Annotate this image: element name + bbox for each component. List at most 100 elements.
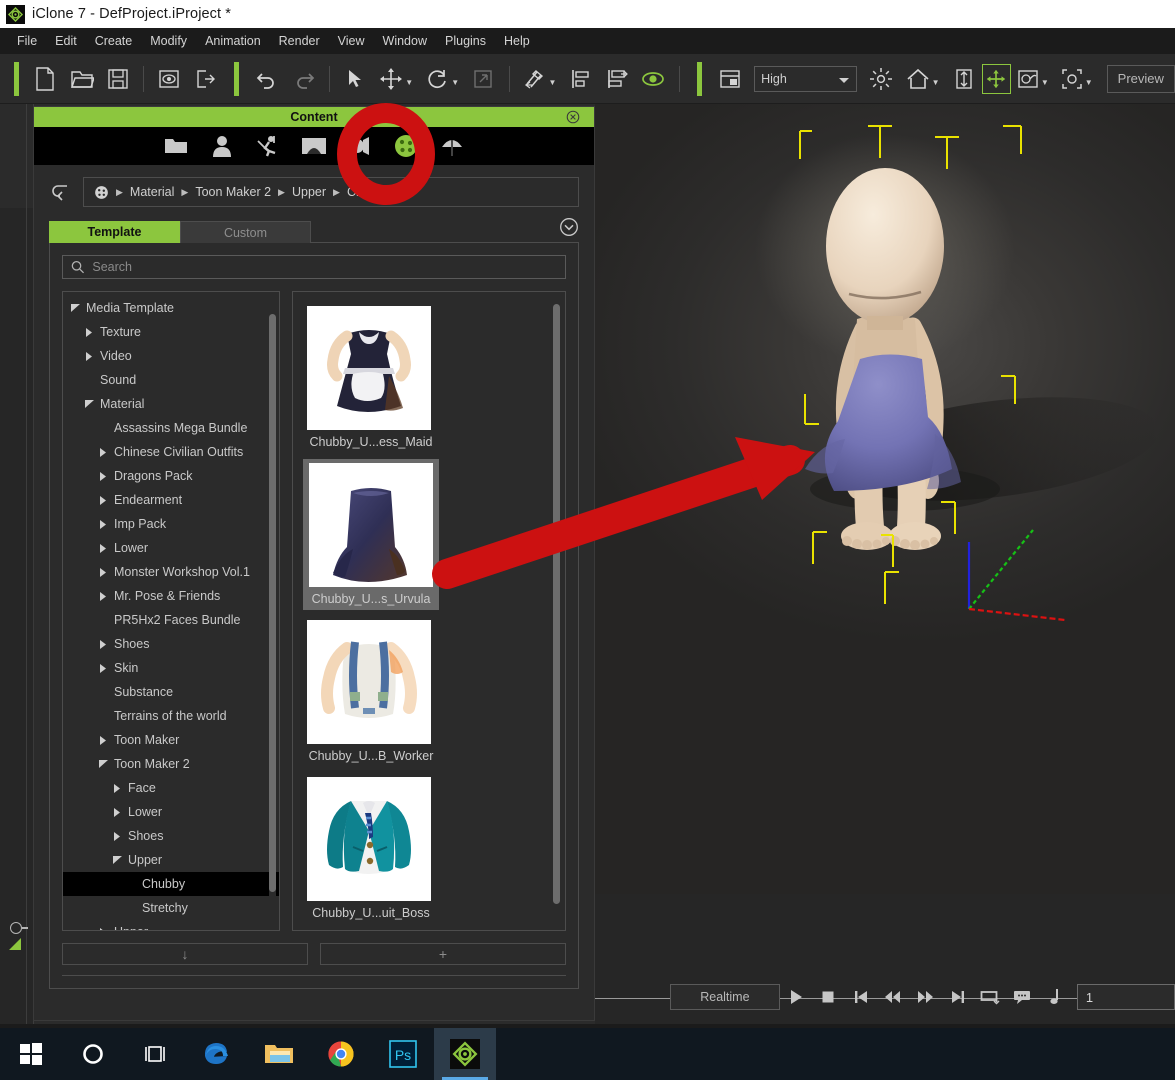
- preview-button[interactable]: Preview: [1106, 64, 1175, 93]
- photoshop-button[interactable]: Ps: [372, 1028, 434, 1080]
- prev-frame-button[interactable]: [877, 984, 909, 1010]
- search-input[interactable]: [92, 260, 557, 274]
- tree-item-toon-maker[interactable]: Toon Maker: [63, 728, 279, 752]
- tree-scrollbar-thumb[interactable]: [269, 314, 276, 892]
- camera-icon[interactable]: ▼: [1011, 58, 1055, 100]
- tree-item-shoes[interactable]: Shoes: [63, 824, 279, 848]
- edge-button[interactable]: [186, 1028, 248, 1080]
- chevron-right-icon[interactable]: [97, 543, 109, 553]
- cortana-button[interactable]: [62, 1028, 124, 1080]
- tree-item-upper[interactable]: Upper: [63, 848, 279, 872]
- breadcrumb-item-toon-maker-2[interactable]: Toon Maker 2: [195, 185, 271, 199]
- file-explorer-button[interactable]: [248, 1028, 310, 1080]
- chrome-button[interactable]: [310, 1028, 372, 1080]
- next-frame-button[interactable]: [909, 984, 941, 1010]
- chevron-right-icon[interactable]: [97, 567, 109, 577]
- iclone-button[interactable]: [434, 1028, 496, 1080]
- menu-item-edit[interactable]: Edit: [46, 31, 86, 51]
- breadcrumb-item-chubby[interactable]: Chubby: [347, 185, 390, 199]
- tree-item-lower[interactable]: Lower: [63, 800, 279, 824]
- tree-item-substance[interactable]: Substance: [63, 680, 279, 704]
- loop-button[interactable]: [974, 984, 1006, 1010]
- asset-cell[interactable]: Chubby_U...ess_Maid: [303, 302, 439, 453]
- move-dropdown-caret-icon[interactable]: ▼: [405, 78, 413, 87]
- menu-item-render[interactable]: Render: [270, 31, 329, 51]
- select-tool-icon[interactable]: [337, 58, 373, 100]
- start-button[interactable]: [0, 1028, 62, 1080]
- breadcrumb-item-material[interactable]: Material: [130, 185, 174, 199]
- tree-item-monster-workshop-vol-1[interactable]: Monster Workshop Vol.1: [63, 560, 279, 584]
- chevron-right-icon[interactable]: [83, 327, 95, 337]
- viewport-3d-scene[interactable]: [595, 104, 1175, 894]
- current-frame-field[interactable]: 1: [1076, 984, 1175, 1010]
- tree-item-sound[interactable]: Sound: [63, 368, 279, 392]
- grid-scrollbar-thumb[interactable]: [553, 304, 560, 904]
- comment-button[interactable]: [1006, 984, 1038, 1010]
- menu-item-window[interactable]: Window: [374, 31, 436, 51]
- chevron-right-icon[interactable]: [97, 591, 109, 601]
- tree-item-toon-maker-2[interactable]: Toon Maker 2: [63, 752, 279, 776]
- tree-item-texture[interactable]: Texture: [63, 320, 279, 344]
- light-icon[interactable]: [863, 58, 899, 100]
- close-icon[interactable]: [566, 110, 580, 124]
- asset-cell[interactable]: Chubby_U...uit_Boss: [303, 773, 439, 924]
- transform-gizmo-icon[interactable]: [981, 63, 1011, 94]
- tree-item-media-template[interactable]: Media Template: [63, 296, 279, 320]
- chevron-right-icon[interactable]: [97, 927, 109, 930]
- tree-item-dragons-pack[interactable]: Dragons Pack: [63, 464, 279, 488]
- tab-motion[interactable]: [254, 133, 282, 159]
- chevron-right-icon[interactable]: [97, 495, 109, 505]
- move-tool-icon[interactable]: ▼: [373, 58, 419, 100]
- chevron-down-icon[interactable]: [111, 856, 123, 864]
- back-button[interactable]: [49, 180, 73, 204]
- tab-folder[interactable]: [162, 133, 190, 159]
- tree-item-upper[interactable]: Upper: [63, 920, 279, 930]
- menu-item-help[interactable]: Help: [495, 31, 539, 51]
- visibility-eye-icon[interactable]: [635, 58, 671, 100]
- preview-render-icon[interactable]: [151, 58, 187, 100]
- rotate-dropdown-caret-icon[interactable]: ▼: [451, 78, 459, 87]
- last-frame-button[interactable]: [942, 984, 974, 1010]
- stop-button[interactable]: [812, 984, 844, 1010]
- add-button[interactable]: +: [320, 943, 566, 965]
- tab-stage[interactable]: [300, 133, 328, 159]
- tree-item-material[interactable]: Material: [63, 392, 279, 416]
- tree-item-video[interactable]: Video: [63, 344, 279, 368]
- timeline-key-handle[interactable]: [10, 922, 22, 934]
- tab-custom[interactable]: Custom: [180, 221, 311, 243]
- tree-item-assassins-mega-bundle[interactable]: Assassins Mega Bundle: [63, 416, 279, 440]
- tab-prop[interactable]: [346, 133, 374, 159]
- asset-cell[interactable]: Chubby_U...B_Worker: [303, 616, 439, 767]
- align-icon[interactable]: [562, 58, 598, 100]
- chevron-down-icon[interactable]: [839, 77, 850, 83]
- home-dropdown-caret-icon[interactable]: ▼: [932, 78, 940, 87]
- home-view-icon[interactable]: ▼: [900, 58, 946, 100]
- tree-item-chinese-civilian-outfits[interactable]: Chinese Civilian Outfits: [63, 440, 279, 464]
- load-button[interactable]: ↓: [62, 943, 308, 965]
- tab-material[interactable]: [392, 133, 420, 159]
- new-project-icon[interactable]: [27, 58, 63, 100]
- render-quality-select[interactable]: High: [754, 65, 858, 92]
- menu-item-animation[interactable]: Animation: [196, 31, 270, 51]
- chevron-right-icon[interactable]: [97, 519, 109, 529]
- open-project-icon[interactable]: [63, 58, 99, 100]
- breadcrumb[interactable]: ▶ Material ▶ Toon Maker 2 ▶ Upper ▶ Chub…: [83, 177, 579, 207]
- camera-dropdown-caret-icon[interactable]: ▼: [1041, 78, 1049, 87]
- layout-panel-icon[interactable]: [712, 58, 748, 100]
- chevron-down-circle-icon[interactable]: [559, 217, 579, 237]
- menu-item-create[interactable]: Create: [86, 31, 142, 51]
- link-dropdown-caret-icon[interactable]: ▼: [549, 78, 557, 87]
- chevron-right-icon[interactable]: [111, 783, 123, 793]
- tree-item-imp-pack[interactable]: Imp Pack: [63, 512, 279, 536]
- tab-character[interactable]: [208, 133, 236, 159]
- menu-item-file[interactable]: File: [8, 31, 46, 51]
- bbox-dropdown-caret-icon[interactable]: ▼: [1085, 78, 1093, 87]
- menu-item-view[interactable]: View: [329, 31, 374, 51]
- menu-item-plugins[interactable]: Plugins: [436, 31, 495, 51]
- tree-item-skin[interactable]: Skin: [63, 656, 279, 680]
- bounding-box-icon[interactable]: ▼: [1055, 58, 1099, 100]
- asset-grid[interactable]: Chubby_U...ess_Maid Chubby_U...s_Urvula …: [292, 291, 566, 931]
- chevron-right-icon[interactable]: [111, 807, 123, 817]
- first-frame-button[interactable]: [844, 984, 876, 1010]
- export-icon[interactable]: [188, 58, 224, 100]
